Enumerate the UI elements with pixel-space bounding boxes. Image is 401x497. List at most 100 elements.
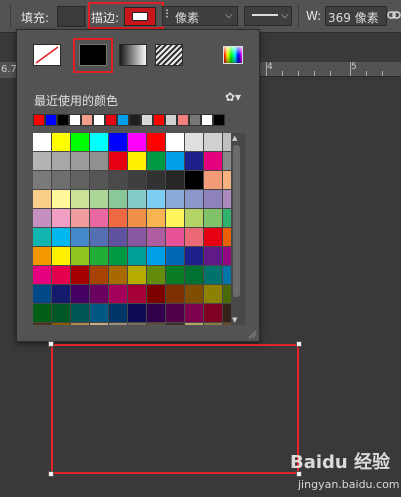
color-swatch[interactable] (109, 304, 127, 322)
resize-grip-icon[interactable] (247, 329, 257, 339)
color-swatch[interactable] (90, 285, 108, 303)
pattern-button[interactable] (155, 44, 183, 66)
color-swatch[interactable] (52, 285, 70, 303)
color-swatch[interactable] (147, 266, 165, 284)
color-swatch[interactable] (90, 247, 108, 265)
gear-icon[interactable]: ✿▾ (225, 90, 241, 104)
color-swatch[interactable] (166, 266, 184, 284)
color-swatch[interactable] (33, 247, 51, 265)
recent-color-swatch[interactable] (117, 114, 129, 126)
color-swatch[interactable] (52, 171, 70, 189)
color-swatch[interactable] (185, 285, 203, 303)
transform-handle[interactable] (48, 341, 54, 347)
recent-color-swatch[interactable] (33, 114, 45, 126)
recent-color-swatch[interactable] (93, 114, 105, 126)
color-swatch[interactable] (166, 133, 184, 151)
recent-color-swatch[interactable] (45, 114, 57, 126)
color-swatch[interactable] (52, 304, 70, 322)
color-swatch[interactable] (52, 228, 70, 246)
color-swatch[interactable] (147, 190, 165, 208)
color-swatch[interactable] (109, 171, 127, 189)
color-swatch[interactable] (109, 228, 127, 246)
recent-color-swatch[interactable] (213, 114, 225, 126)
color-swatch[interactable] (128, 190, 146, 208)
color-swatch[interactable] (71, 323, 89, 325)
color-swatch[interactable] (128, 285, 146, 303)
color-swatch[interactable] (71, 209, 89, 227)
color-swatch[interactable] (109, 152, 127, 170)
color-swatch[interactable] (71, 247, 89, 265)
link-icon[interactable] (387, 8, 401, 22)
color-picker-icon[interactable] (223, 46, 243, 64)
color-swatch[interactable] (128, 171, 146, 189)
color-swatch[interactable] (109, 285, 127, 303)
color-swatch[interactable] (204, 285, 222, 303)
recent-color-swatch[interactable] (153, 114, 165, 126)
color-swatch[interactable] (204, 133, 222, 151)
stroke-style-dropdown[interactable]: ⌵ (244, 6, 292, 26)
color-swatch[interactable] (33, 171, 51, 189)
color-swatch[interactable] (147, 152, 165, 170)
recent-color-swatch[interactable] (189, 114, 201, 126)
color-swatch[interactable] (90, 209, 108, 227)
stroke-width-unit-dropdown[interactable]: ⁝ 像素 ⌵ (162, 6, 238, 26)
width-input[interactable]: 369 像素 (325, 6, 387, 26)
recent-color-swatch[interactable] (141, 114, 153, 126)
color-swatch[interactable] (90, 323, 108, 325)
color-swatch[interactable] (185, 304, 203, 322)
color-swatch[interactable] (71, 304, 89, 322)
color-swatch[interactable] (147, 247, 165, 265)
color-swatch[interactable] (71, 171, 89, 189)
unit-spinner[interactable]: ⁝ (165, 7, 169, 22)
color-swatch[interactable] (204, 323, 222, 325)
color-swatch[interactable] (33, 304, 51, 322)
color-swatch[interactable] (166, 323, 184, 325)
color-swatch[interactable] (166, 228, 184, 246)
fill-swatch-button[interactable] (57, 6, 85, 27)
color-swatch[interactable] (128, 323, 146, 325)
rectangle-shape[interactable] (51, 344, 299, 474)
color-swatch[interactable] (185, 228, 203, 246)
color-swatch[interactable] (204, 266, 222, 284)
color-swatch[interactable] (128, 228, 146, 246)
color-swatch[interactable] (71, 133, 89, 151)
color-swatch[interactable] (90, 228, 108, 246)
color-swatch[interactable] (90, 133, 108, 151)
transform-handle[interactable] (48, 471, 54, 477)
color-swatch[interactable] (52, 323, 70, 325)
color-swatch[interactable] (166, 171, 184, 189)
color-swatch[interactable] (33, 285, 51, 303)
color-swatch[interactable] (147, 171, 165, 189)
color-swatch[interactable] (109, 323, 127, 325)
color-swatch[interactable] (204, 190, 222, 208)
color-swatch[interactable] (109, 133, 127, 151)
color-swatch[interactable] (128, 133, 146, 151)
color-swatch[interactable] (128, 209, 146, 227)
color-swatch[interactable] (71, 190, 89, 208)
color-swatch[interactable] (147, 209, 165, 227)
scroll-down-icon[interactable]: ▼ (232, 316, 237, 324)
color-swatch[interactable] (147, 304, 165, 322)
color-swatch[interactable] (204, 152, 222, 170)
color-swatch[interactable] (33, 190, 51, 208)
color-swatch[interactable] (109, 247, 127, 265)
color-swatch[interactable] (204, 171, 222, 189)
color-swatch[interactable] (185, 247, 203, 265)
color-swatch[interactable] (166, 285, 184, 303)
color-swatch[interactable] (147, 323, 165, 325)
color-swatch[interactable] (109, 209, 127, 227)
color-swatch[interactable] (33, 228, 51, 246)
color-swatch[interactable] (128, 247, 146, 265)
color-swatch[interactable] (52, 133, 70, 151)
color-swatch[interactable] (147, 133, 165, 151)
color-swatch[interactable] (71, 285, 89, 303)
color-swatch[interactable] (52, 190, 70, 208)
recent-color-swatch[interactable] (105, 114, 117, 126)
color-swatch[interactable] (147, 285, 165, 303)
color-swatch[interactable] (71, 228, 89, 246)
color-swatch[interactable] (185, 209, 203, 227)
color-swatch[interactable] (204, 247, 222, 265)
color-swatch[interactable] (166, 190, 184, 208)
color-swatch[interactable] (185, 133, 203, 151)
recent-color-swatch[interactable] (69, 114, 81, 126)
